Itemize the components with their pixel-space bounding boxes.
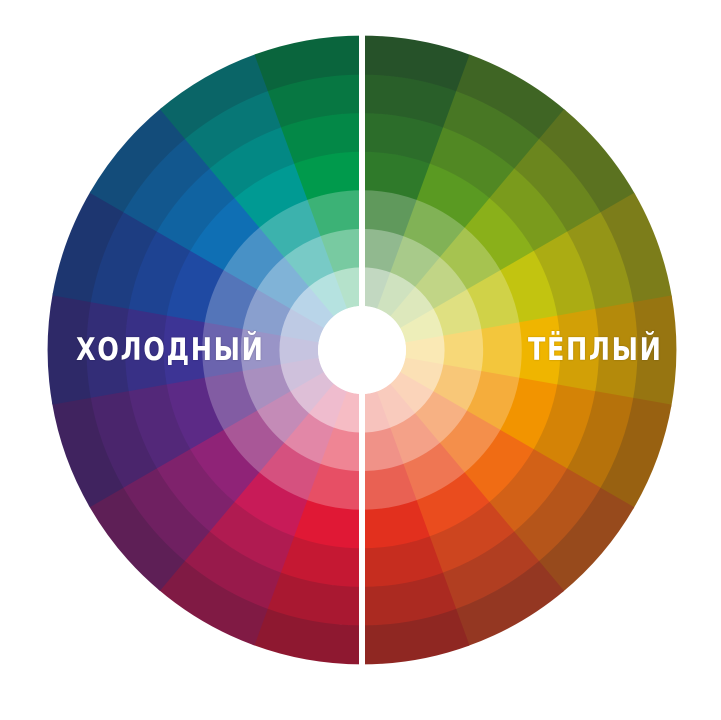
- wheel-center: [318, 306, 406, 394]
- cold-label: ХОЛОДНЫЙ: [76, 332, 265, 368]
- warm-sector-cell: [481, 322, 523, 379]
- color-wheel: ХОЛОДНЫЙ ТЁПЛЫЙ: [0, 0, 721, 720]
- warm-label: ТЁПЛЫЙ: [528, 332, 663, 368]
